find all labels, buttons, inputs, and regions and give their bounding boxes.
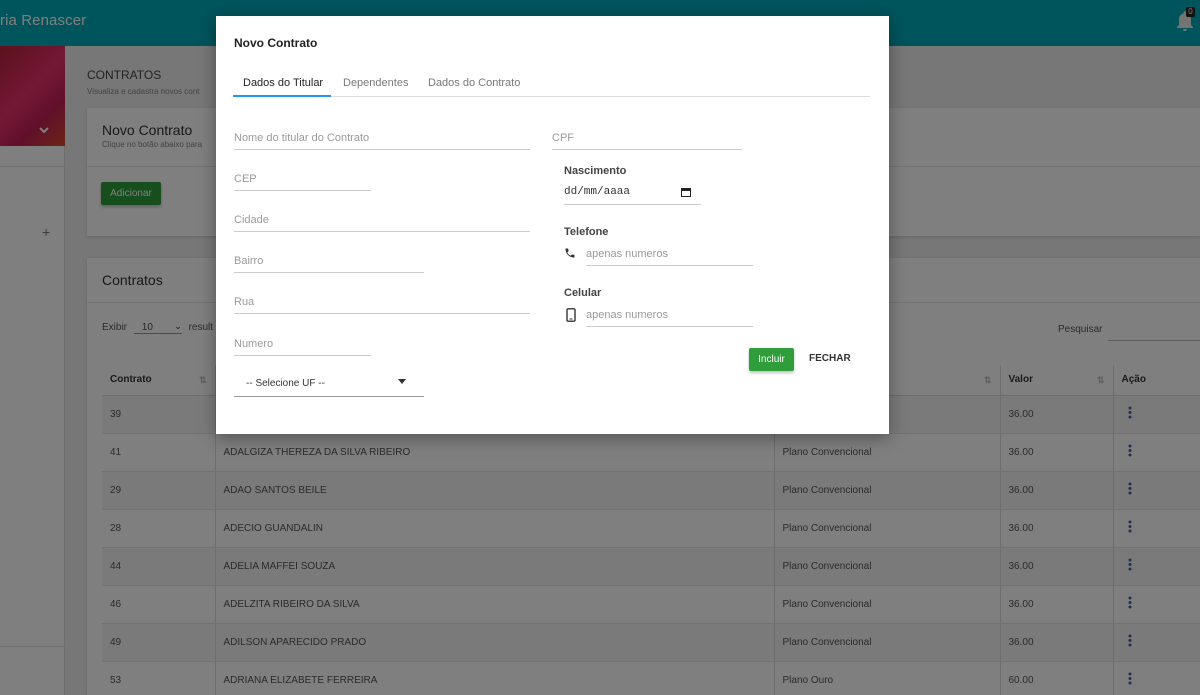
fechar-button[interactable]: FECHAR: [809, 353, 851, 364]
cpf-field[interactable]: CPF: [552, 126, 742, 150]
celular-placeholder: apenas numeros: [586, 309, 668, 321]
active-tab-indicator: [233, 95, 331, 97]
rua-field[interactable]: Rua: [234, 290, 530, 314]
titular-name-field[interactable]: Nome do titular do Contrato: [234, 126, 530, 150]
tab-dados-titular[interactable]: Dados do Titular: [243, 77, 323, 89]
caret-down-icon: [398, 379, 406, 384]
tab-dependentes[interactable]: Dependentes: [343, 77, 408, 89]
telefone-label: Telefone: [564, 226, 609, 238]
uf-select[interactable]: -- Selecione UF --: [234, 371, 424, 397]
nascimento-label: Nascimento: [564, 165, 627, 177]
tab-dados-contrato[interactable]: Dados do Contrato: [428, 77, 520, 89]
cep-field[interactable]: CEP: [234, 167, 371, 191]
numero-placeholder: Numero: [234, 338, 274, 350]
telefone-input[interactable]: apenas numeros: [586, 242, 753, 266]
cpf-placeholder: CPF: [552, 132, 574, 144]
cidade-placeholder: Cidade: [234, 214, 269, 226]
nascimento-value: dd/mm/aaaa: [564, 186, 631, 198]
rua-placeholder: Rua: [234, 296, 255, 308]
celular-label: Celular: [564, 287, 602, 299]
cep-placeholder: CEP: [234, 173, 257, 185]
titular-name-placeholder: Nome do titular do Contrato: [234, 132, 370, 144]
telefone-placeholder: apenas numeros: [586, 248, 668, 260]
bairro-field[interactable]: Bairro: [234, 249, 424, 273]
calendar-icon[interactable]: [681, 188, 691, 197]
phone-icon: [564, 247, 576, 262]
new-contract-modal: Novo Contrato Dados do Titular Dependent…: [216, 16, 889, 434]
incluir-button[interactable]: Incluir: [749, 348, 794, 371]
modal-tabs: Dados do Titular Dependentes Dados do Co…: [233, 74, 870, 97]
uf-selected-value: -- Selecione UF --: [246, 378, 325, 389]
smartphone-icon: [566, 308, 576, 325]
nascimento-date-input[interactable]: dd/mm/aaaa: [564, 181, 701, 205]
cidade-field[interactable]: Cidade: [234, 208, 530, 232]
numero-field[interactable]: Numero: [234, 332, 371, 356]
celular-input[interactable]: apenas numeros: [586, 303, 753, 327]
modal-title: Novo Contrato: [234, 36, 318, 50]
bairro-placeholder: Bairro: [234, 255, 264, 267]
